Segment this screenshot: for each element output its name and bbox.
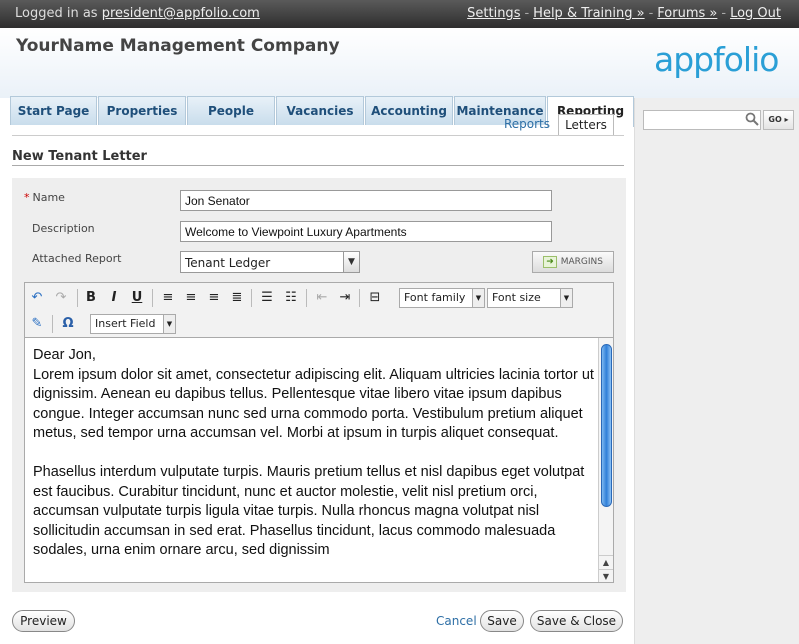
- subtab-reports[interactable]: Reports: [498, 114, 556, 136]
- undo-icon[interactable]: ↶: [27, 288, 47, 308]
- editor-toolbar-2: ✎ Ω Insert Field ▼: [25, 311, 613, 337]
- font-size-label: Font size: [492, 291, 541, 304]
- align-right-icon[interactable]: ≡: [204, 288, 224, 308]
- bold-icon[interactable]: B: [81, 288, 101, 308]
- letter-body[interactable]: Dear Jon, Lorem ipsum dolor sit amet, co…: [33, 346, 598, 580]
- underline-icon[interactable]: U: [127, 288, 147, 308]
- toolbar-separator: [251, 289, 252, 307]
- divider: [12, 135, 624, 136]
- letter-paragraph-2: Phasellus interdum vulputate turpis. Mau…: [33, 464, 585, 558]
- separator: -: [524, 6, 530, 21]
- chevron-down-icon[interactable]: ▼: [163, 315, 175, 333]
- subtab-letters[interactable]: Letters: [558, 114, 614, 136]
- attached-report-value: Tenant Ledger: [185, 256, 271, 270]
- attached-report-select[interactable]: Tenant Ledger ▼: [180, 251, 360, 273]
- appfolio-logo[interactable]: appfolio: [654, 40, 779, 79]
- toolbar-separator: [77, 289, 78, 307]
- scrollbar-thumb[interactable]: [601, 344, 612, 507]
- separator: -: [721, 6, 727, 21]
- tab-start-page[interactable]: Start Page: [10, 96, 97, 125]
- go-button[interactable]: GO ▸: [763, 110, 794, 130]
- toolbar-separator: [52, 315, 53, 333]
- name-field[interactable]: [180, 190, 552, 211]
- right-sidebar: GO ▸: [634, 98, 799, 644]
- font-size-select[interactable]: Font size ▼: [487, 288, 573, 308]
- align-justify-icon[interactable]: ≣: [227, 288, 247, 308]
- top-links: Settings - Help & Training » - Forums » - Log …: [467, 6, 781, 21]
- user-email-link[interactable]: president@appfolio.com: [102, 6, 260, 21]
- header: YourName Management Company appfolio Sta…: [0, 28, 799, 127]
- indent-icon[interactable]: ⇥: [335, 288, 355, 308]
- cancel-link[interactable]: Cancel: [436, 614, 477, 628]
- italic-icon[interactable]: I: [104, 288, 124, 308]
- outdent-icon[interactable]: ⇤: [312, 288, 332, 308]
- letter-greeting: Dear Jon,: [33, 347, 96, 363]
- name-label-text: Name: [32, 191, 65, 204]
- insert-field-select[interactable]: Insert Field ▼: [90, 314, 176, 334]
- margins-label: MARGINS: [560, 257, 603, 267]
- tab-properties[interactable]: Properties: [98, 96, 186, 125]
- chevron-down-icon[interactable]: ▼: [472, 289, 484, 307]
- preview-button[interactable]: Preview: [12, 610, 75, 632]
- separator: -: [648, 6, 654, 21]
- settings-link[interactable]: Settings: [467, 6, 520, 21]
- toolbar-separator: [359, 289, 360, 307]
- help-training-link[interactable]: Help & Training »: [533, 6, 644, 21]
- margins-button[interactable]: ➜ MARGINS: [532, 251, 614, 273]
- font-family-label: Font family: [404, 291, 466, 304]
- toolbar-separator: [152, 289, 153, 307]
- special-character-icon[interactable]: Ω: [58, 314, 78, 334]
- scroll-down-icon[interactable]: ▼: [599, 569, 613, 582]
- tab-people[interactable]: People: [187, 96, 275, 125]
- description-label: Description: [32, 222, 95, 235]
- redo-icon[interactable]: ↷: [51, 288, 71, 308]
- forums-link[interactable]: Forums »: [657, 6, 717, 21]
- divider: [12, 165, 624, 166]
- tab-accounting[interactable]: Accounting: [365, 96, 453, 125]
- chevron-down-icon[interactable]: ▼: [343, 252, 359, 272]
- attached-report-label: Attached Report: [32, 252, 122, 265]
- page-title: New Tenant Letter: [12, 149, 147, 164]
- editor-toolbar: ↶ ↷ B I U ≡ ≡ ≡ ≣ ☰ ☷ ⇤ ⇥ ⊟ Font family …: [25, 285, 613, 311]
- search-input[interactable]: [643, 110, 761, 130]
- scroll-up-icon[interactable]: ▲: [599, 555, 613, 569]
- numbered-list-icon[interactable]: ☷: [281, 288, 301, 308]
- align-left-icon[interactable]: ≡: [158, 288, 178, 308]
- arrow-right-icon: ➜: [543, 256, 557, 268]
- save-button[interactable]: Save: [480, 610, 524, 632]
- letter-paragraph-1: Lorem ipsum dolor sit amet, consectetur …: [33, 366, 594, 442]
- required-marker: *: [24, 191, 30, 204]
- toolbar-separator: [306, 289, 307, 307]
- top-bar: Logged in as president@appfolio.com Sett…: [0, 0, 799, 28]
- letter-form: *Name Description Attached Report Tenant…: [12, 178, 626, 592]
- company-name: YourName Management Company: [16, 36, 340, 56]
- logged-in-info: Logged in as president@appfolio.com: [15, 6, 260, 21]
- align-center-icon[interactable]: ≡: [181, 288, 201, 308]
- editor-content-area[interactable]: Dear Jon, Lorem ipsum dolor sit amet, co…: [25, 337, 613, 582]
- tab-vacancies[interactable]: Vacancies: [276, 96, 364, 125]
- logged-in-prefix: Logged in as: [15, 6, 98, 21]
- font-family-select[interactable]: Font family ▼: [399, 288, 485, 308]
- rich-text-editor: ↶ ↷ B I U ≡ ≡ ≡ ≣ ☰ ☷ ⇤ ⇥ ⊟ Font family …: [24, 282, 614, 583]
- horizontal-rule-icon[interactable]: ⊟: [365, 288, 385, 308]
- insert-field-label: Insert Field: [95, 317, 156, 330]
- name-label: * Name: [24, 191, 65, 204]
- description-field[interactable]: [180, 221, 552, 242]
- bullet-list-icon[interactable]: ☰: [257, 288, 277, 308]
- log-out-link[interactable]: Log Out: [730, 6, 781, 21]
- save-close-button[interactable]: Save & Close: [530, 610, 623, 632]
- chevron-down-icon[interactable]: ▼: [560, 289, 572, 307]
- search-icon: [745, 112, 761, 128]
- editor-scrollbar[interactable]: ▲ ▼: [598, 338, 613, 582]
- edit-source-icon[interactable]: ✎: [27, 314, 47, 334]
